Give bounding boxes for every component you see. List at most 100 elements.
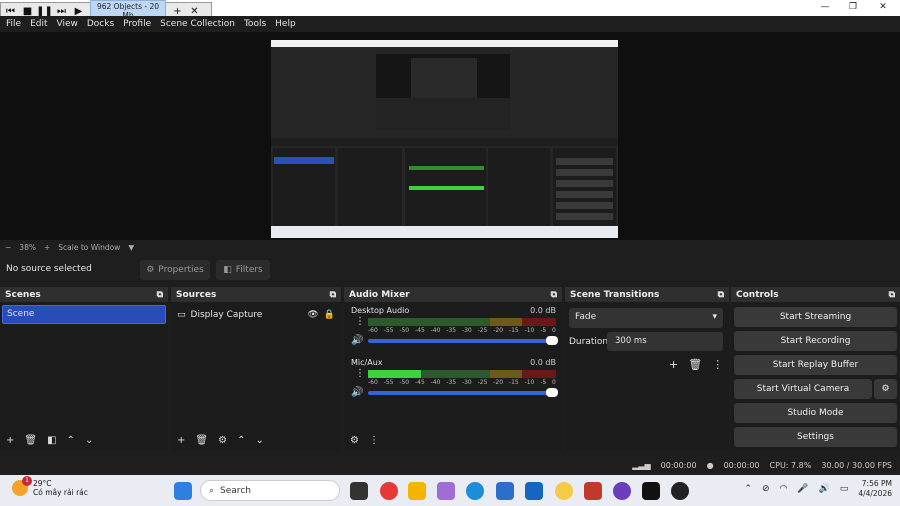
- speaker-icon[interactable]: 🔊: [351, 335, 363, 346]
- app-icon[interactable]: [584, 482, 602, 500]
- properties-button[interactable]: ⚙ Properties: [140, 260, 210, 280]
- preview-canvas[interactable]: [271, 40, 618, 238]
- filter-icon[interactable]: ◧: [47, 435, 56, 446]
- start-replay-buffer-button[interactable]: Start Replay Buffer: [734, 355, 897, 375]
- no-source-label: No source selected: [6, 264, 92, 274]
- scenes-list: Scene + 🗑 ◧ ⌃ ⌄: [0, 302, 168, 451]
- chrome-icon[interactable]: [380, 482, 398, 500]
- mail-icon[interactable]: [525, 482, 543, 500]
- volume-slider[interactable]: [368, 336, 558, 345]
- wifi-icon[interactable]: ◠: [780, 484, 788, 494]
- more-icon[interactable]: ⋮: [355, 317, 365, 327]
- menu-file[interactable]: File: [6, 19, 21, 29]
- scale-mode[interactable]: Scale to Window: [58, 243, 120, 252]
- zoom-bar: − 38% + Scale to Window ▼: [0, 240, 900, 254]
- more-icon[interactable]: ⋮: [369, 435, 379, 446]
- source-name: Display Capture: [190, 310, 263, 320]
- task-view-icon[interactable]: [350, 482, 368, 500]
- volume-icon[interactable]: 🔊: [819, 484, 830, 494]
- maximize-button[interactable]: ❐: [838, 0, 868, 14]
- arrow-down-icon[interactable]: ⌄: [85, 435, 93, 446]
- battery-icon[interactable]: ▭: [840, 484, 849, 494]
- undock-icon[interactable]: ⧉: [330, 290, 336, 300]
- filters-button[interactable]: ◧ Filters: [216, 260, 270, 280]
- record-time: 00:00:00: [723, 460, 760, 470]
- undock-icon[interactable]: ⧉: [889, 290, 895, 300]
- undock-icon[interactable]: ⧉: [157, 290, 163, 300]
- menu-view[interactable]: View: [57, 19, 78, 29]
- trash-icon[interactable]: 🗑: [24, 435, 37, 446]
- close-button[interactable]: ✕: [868, 0, 898, 14]
- obs-window: ⏮ ■ ❚❚ ⏭ ▶ 962 Objects - 20 Mb + ✕ — ❐ ✕…: [0, 0, 900, 506]
- meter-tick-label: -55: [383, 327, 394, 334]
- menu-help[interactable]: Help: [275, 19, 296, 29]
- meter-tick-label: -50: [399, 379, 410, 386]
- slider-handle[interactable]: [546, 388, 558, 397]
- add-icon[interactable]: +: [669, 358, 678, 371]
- menu-edit[interactable]: Edit: [30, 19, 47, 29]
- app-icon[interactable]: [555, 482, 573, 500]
- mic-icon[interactable]: 🎤: [797, 484, 808, 494]
- menu-scene-collection[interactable]: Scene Collection: [160, 19, 235, 29]
- speaker-icon[interactable]: 🔊: [351, 387, 363, 398]
- mixer-body: Desktop Audio 0.0 dB ⋮ -60 -55 -50 -45 -40 -3…: [344, 302, 562, 451]
- zoom-out-icon[interactable]: −: [5, 243, 11, 252]
- meter-tick-label: -10: [524, 379, 535, 386]
- date: 4/4/2026: [858, 489, 892, 498]
- controls-title: Controls: [736, 289, 779, 300]
- duration-field[interactable]: 300 ms: [607, 332, 723, 351]
- studio-mode-button[interactable]: Studio Mode: [734, 403, 897, 423]
- undock-icon[interactable]: ⧉: [551, 290, 557, 300]
- slider-handle[interactable]: [546, 336, 558, 345]
- list-item[interactable]: ▭ Display Capture 👁 🔒: [177, 308, 335, 322]
- minimize-button[interactable]: —: [810, 0, 840, 14]
- more-icon[interactable]: ⋮: [355, 369, 365, 379]
- gear-icon[interactable]: ⚙: [218, 435, 227, 446]
- start-icon[interactable]: [174, 482, 192, 500]
- search-box[interactable]: ⌕ Search: [200, 480, 340, 501]
- app-icon[interactable]: [613, 482, 631, 500]
- signal-icon: ▂▃▅: [632, 460, 651, 470]
- edge-icon[interactable]: [466, 482, 484, 500]
- start-streaming-button[interactable]: Start Streaming: [734, 307, 897, 327]
- file-explorer-icon[interactable]: [408, 482, 426, 500]
- chevron-up-icon[interactable]: ⌃: [744, 484, 752, 494]
- virtual-camera-settings-button[interactable]: ⚙: [874, 379, 897, 399]
- arrow-up-icon[interactable]: ⌃: [237, 435, 245, 446]
- weather-widget[interactable]: 29°C Có mây rải rác: [12, 476, 88, 497]
- store-icon[interactable]: [496, 482, 514, 500]
- preview-area[interactable]: [0, 32, 900, 240]
- chevron-down-icon[interactable]: ▼: [128, 243, 134, 252]
- menu-tools[interactable]: Tools: [244, 19, 266, 29]
- obs-icon[interactable]: [671, 482, 689, 500]
- zoom-in-icon[interactable]: +: [44, 243, 50, 252]
- volume-slider[interactable]: [368, 388, 558, 397]
- network-off-icon[interactable]: ⊘: [762, 484, 770, 494]
- eye-icon[interactable]: 👁: [307, 310, 318, 320]
- lock-icon[interactable]: 🔒: [324, 310, 335, 320]
- start-virtual-camera-button[interactable]: Start Virtual Camera: [734, 379, 872, 399]
- clock[interactable]: 7:56 PM 4/4/2026: [858, 479, 892, 499]
- list-item[interactable]: Scene: [2, 305, 166, 324]
- terminal-icon[interactable]: [642, 482, 660, 500]
- start-recording-button[interactable]: Start Recording: [734, 331, 897, 351]
- arrow-up-icon[interactable]: ⌃: [67, 435, 75, 446]
- trash-icon[interactable]: 🗑: [688, 358, 702, 371]
- menu-profile[interactable]: Profile: [123, 19, 151, 29]
- add-scene-icon[interactable]: +: [6, 435, 14, 446]
- arrow-down-icon[interactable]: ⌄: [255, 435, 263, 446]
- trash-icon[interactable]: 🗑: [195, 435, 208, 446]
- app-icon[interactable]: [437, 482, 455, 500]
- channel-name: Mic/Aux: [351, 358, 383, 367]
- add-source-icon[interactable]: +: [177, 435, 185, 446]
- settings-button[interactable]: Settings: [734, 427, 897, 447]
- menu-docks[interactable]: Docks: [87, 19, 114, 29]
- meter-tick-label: -30: [461, 379, 472, 386]
- mixer-title: Audio Mixer: [349, 289, 410, 300]
- transition-select[interactable]: Fade ▾: [569, 308, 723, 328]
- meter-tick-label: -15: [508, 379, 519, 386]
- undock-icon[interactable]: ⧉: [718, 290, 724, 300]
- record-dot-icon: ●: [706, 460, 714, 470]
- advanced-audio-icon[interactable]: ⚙: [350, 435, 359, 446]
- more-icon[interactable]: ⋮: [712, 358, 723, 371]
